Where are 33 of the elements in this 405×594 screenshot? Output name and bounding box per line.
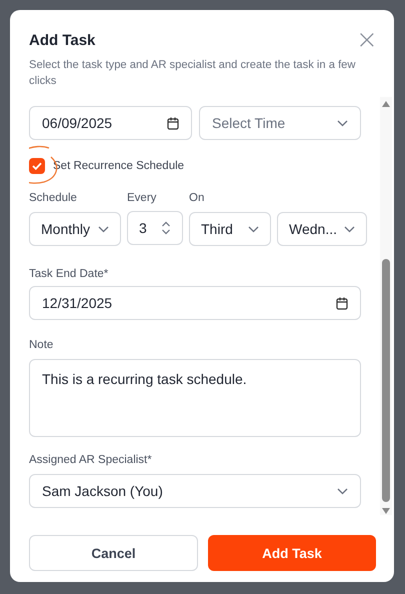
field-label: Note xyxy=(29,339,54,351)
checkmark-icon xyxy=(32,162,42,170)
checkbox[interactable] xyxy=(29,158,45,174)
field-label: On xyxy=(189,192,204,204)
cancel-button[interactable]: Cancel xyxy=(29,535,198,571)
dropdown-select[interactable]: Monthly xyxy=(29,212,121,246)
scrollbar-thumb[interactable] xyxy=(382,259,390,502)
specialist-select[interactable]: Sam Jackson (You) xyxy=(29,474,361,508)
chevron-down-icon xyxy=(344,226,355,232)
time-select[interactable]: Select Time xyxy=(199,106,361,140)
date-field[interactable]: 12/31/2025 xyxy=(29,286,361,320)
chevron-down-icon xyxy=(337,120,348,126)
calendar-icon xyxy=(167,116,179,130)
chevron-down-icon xyxy=(248,226,259,232)
chevron-down-icon xyxy=(98,226,109,232)
chevron-down-icon xyxy=(337,488,348,494)
field-label: Schedule xyxy=(29,192,77,204)
number-stepper[interactable]: 3 xyxy=(127,211,183,245)
scrollbar[interactable] xyxy=(380,97,392,515)
dropdown-select[interactable]: Third xyxy=(189,212,271,246)
field-label: Task End Date* xyxy=(29,268,108,280)
field-label: Every xyxy=(127,192,156,204)
add-task-button[interactable]: Add Task xyxy=(208,535,376,571)
field-label: Assigned AR Specialist* xyxy=(29,454,152,466)
scroll-up-icon[interactable] xyxy=(382,101,390,107)
dialog-title: Add Task xyxy=(29,32,96,51)
scroll-down-icon[interactable] xyxy=(382,508,390,514)
note-textarea[interactable]: This is a recurring task schedule. xyxy=(29,359,361,437)
dialog-subtitle: Select the task type and AR specialist and create the task in a few clicks xyxy=(29,58,356,89)
date-field[interactable]: 06/09/2025 xyxy=(29,106,192,140)
stepper-icon xyxy=(161,221,171,235)
dropdown-select[interactable]: Wedn... xyxy=(277,212,367,246)
calendar-icon xyxy=(336,296,348,310)
